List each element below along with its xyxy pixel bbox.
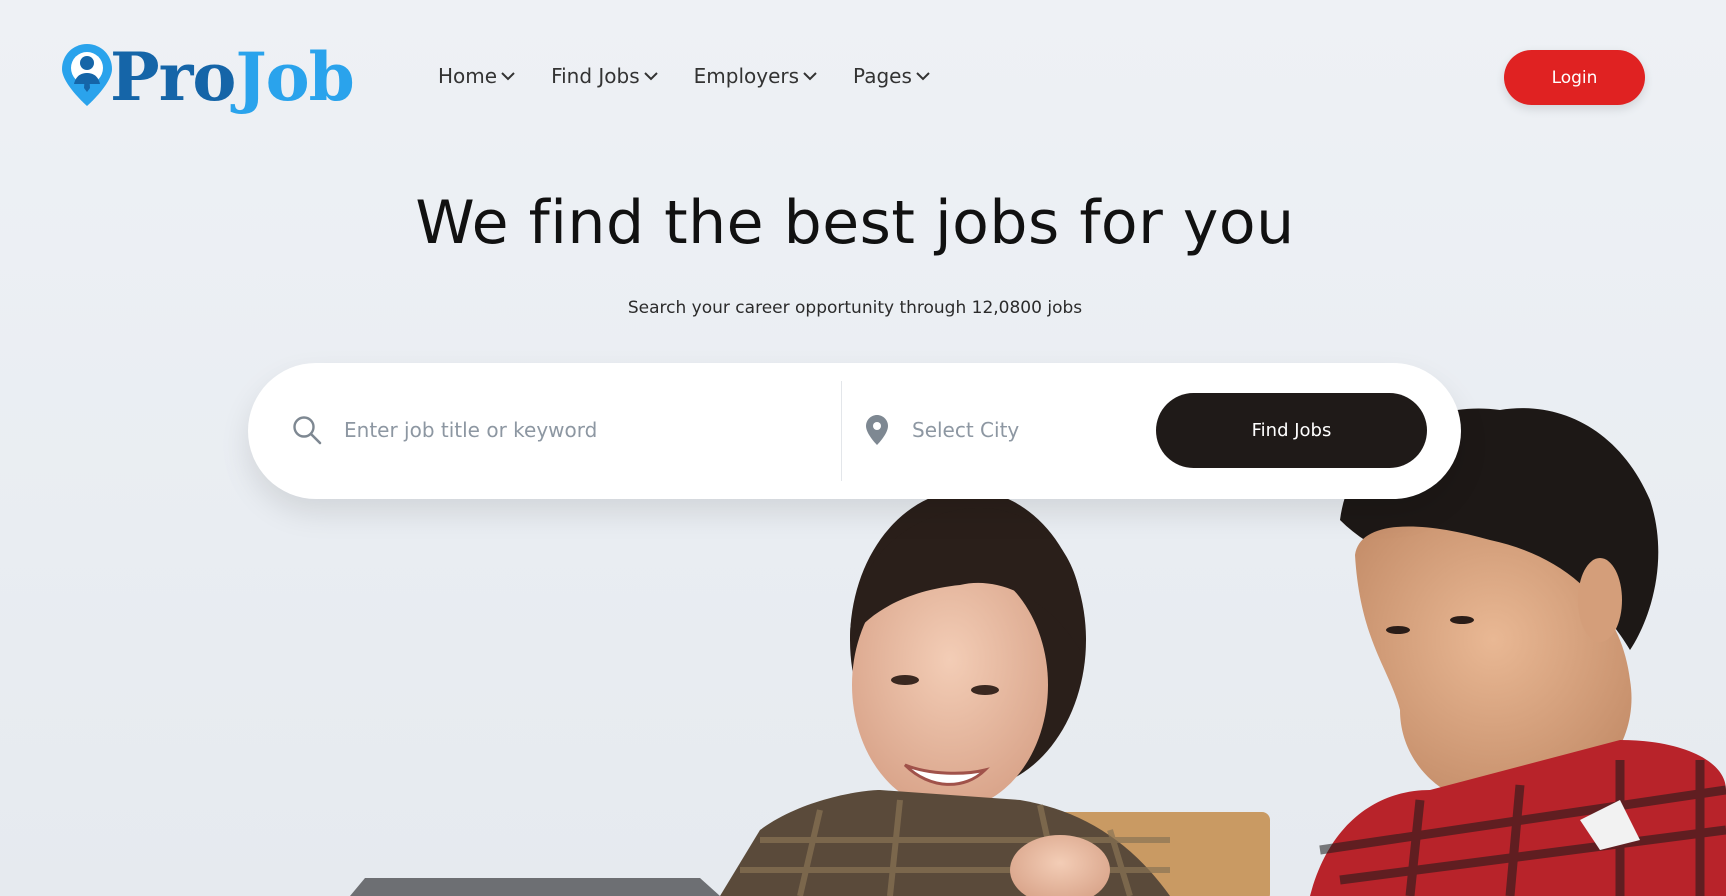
- chevron-down-icon: [643, 72, 658, 81]
- site-header: ProJob Home Find Jobs Employers Pages Lo…: [0, 0, 1726, 155]
- search-icon: [293, 416, 322, 445]
- nav-item-label: Employers: [693, 64, 800, 88]
- nav-item-employers[interactable]: Employers: [694, 64, 817, 88]
- chevron-down-icon: [501, 72, 515, 81]
- keyword-search-input[interactable]: [344, 407, 814, 453]
- nav-item-label: Find Jobs: [551, 64, 640, 88]
- chevron-down-icon: [916, 72, 930, 81]
- brand-name-job: Job: [235, 38, 354, 116]
- hero-subtitle: Search your career opportunity through 1…: [627, 298, 1083, 318]
- nav-item-label: Pages: [853, 64, 912, 88]
- nav-item-home[interactable]: Home: [438, 64, 515, 88]
- city-select-input[interactable]: [912, 407, 1152, 453]
- find-jobs-button[interactable]: Find Jobs: [1156, 393, 1427, 468]
- job-search-form: Find Jobs: [248, 363, 1461, 499]
- chevron-down-icon: [803, 72, 817, 81]
- brand-name-pro: Pro: [110, 38, 236, 116]
- login-button[interactable]: Login: [1504, 50, 1645, 105]
- nav-item-label: Home: [438, 64, 498, 88]
- location-pin-person-icon: [62, 44, 112, 106]
- hero-title: We find the best jobs for you: [415, 188, 1295, 258]
- location-pin-icon: [866, 415, 888, 445]
- brand-logo[interactable]: ProJob: [62, 44, 355, 110]
- brand-wordmark: ProJob: [110, 44, 355, 110]
- nav-item-find-jobs[interactable]: Find Jobs: [551, 64, 658, 88]
- search-divider: [841, 381, 842, 481]
- main-nav: Home Find Jobs Employers Pages: [438, 60, 930, 92]
- nav-item-pages[interactable]: Pages: [853, 64, 930, 88]
